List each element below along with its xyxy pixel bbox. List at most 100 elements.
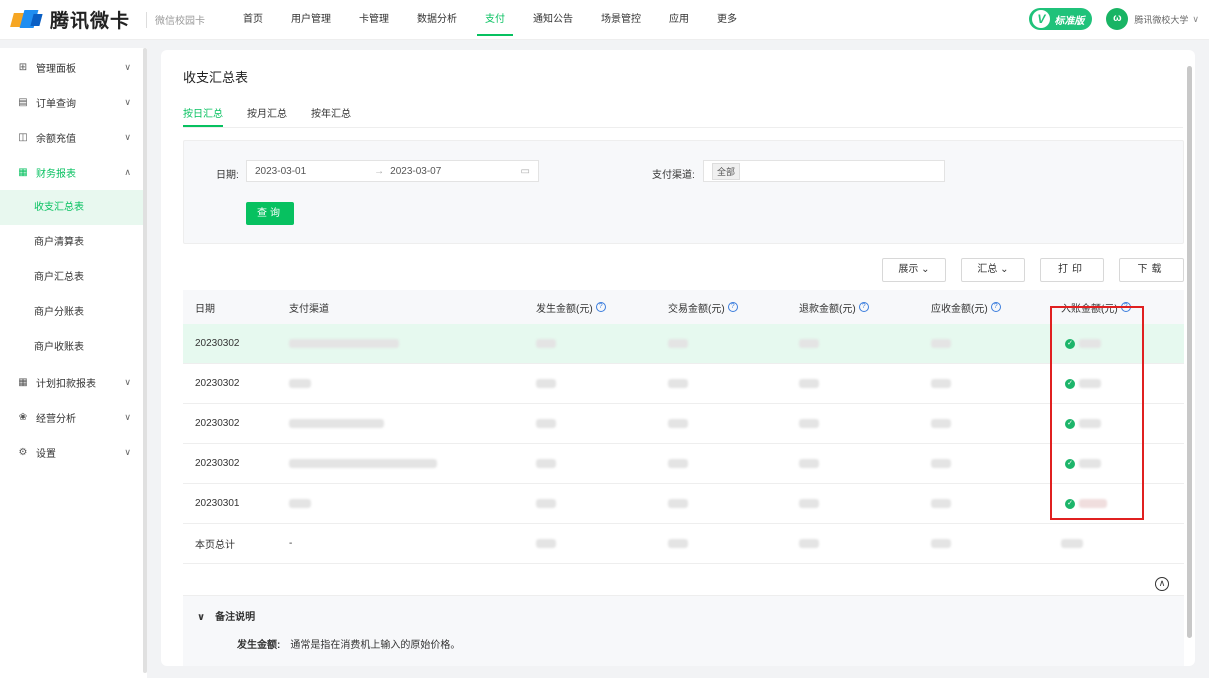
collapse-up-icon[interactable]: ∧ bbox=[1155, 577, 1169, 591]
date-range-picker[interactable]: 2023-03-01 → 2023-03-07 ▭ bbox=[246, 160, 539, 182]
row-date: 20230302 bbox=[195, 378, 240, 389]
chevron-down-icon[interactable]: ∨ bbox=[1192, 14, 1199, 25]
date-end[interactable]: 2023-03-07 bbox=[390, 166, 441, 177]
notes-entry: 发生金额: 通常是指在消费机上输入的原始价格。 bbox=[237, 636, 460, 651]
redacted-value bbox=[1061, 524, 1083, 563]
redacted-value bbox=[668, 324, 688, 363]
col-channel: 支付渠道 bbox=[289, 303, 329, 315]
channel-label: 支付渠道: bbox=[652, 170, 695, 181]
query-button[interactable]: 查询 bbox=[246, 202, 294, 225]
sidebar-item-financial-reports[interactable]: ▦ 财务报表 ∧ bbox=[0, 155, 143, 190]
tab-daily[interactable]: 按日汇总 bbox=[183, 105, 223, 127]
sidebar-subitem-merchant-summary[interactable]: 商户汇总表 bbox=[0, 260, 147, 295]
row-date: 20230301 bbox=[195, 498, 240, 509]
header-right: V 标准版 ω 腾讯微校大学 ∨ bbox=[1029, 8, 1199, 30]
channel-tag[interactable]: 全部 bbox=[712, 162, 741, 180]
table-total-row: 本页总计 - bbox=[183, 524, 1184, 564]
nav-apps[interactable]: 应用 bbox=[655, 0, 703, 40]
redacted-value bbox=[799, 484, 819, 523]
sidebar-item-settings[interactable]: ⚙ 设置 ∨ bbox=[0, 435, 143, 470]
main-scrollbar[interactable] bbox=[1187, 66, 1192, 638]
summary-dropdown-button[interactable]: 汇总 ⌄ bbox=[961, 258, 1025, 282]
grid-icon: ⊞ bbox=[18, 62, 28, 73]
col-label: 交易金额(元) bbox=[668, 303, 725, 315]
sidebar-item-scheduled-deduction[interactable]: ▦ 计划扣款报表 ∨ bbox=[0, 365, 143, 400]
display-dropdown-button[interactable]: 展示 ⌄ bbox=[882, 258, 946, 282]
redacted-channel bbox=[289, 364, 311, 403]
page-title: 收支汇总表 bbox=[183, 70, 249, 85]
notes-term: 发生金额: bbox=[237, 640, 281, 651]
sidebar-scrollbar[interactable] bbox=[143, 48, 147, 673]
main-panel: 收支汇总表 按日汇总 按月汇总 按年汇总 日期: 2023-03-01 → 20… bbox=[161, 50, 1195, 666]
redacted-value bbox=[799, 524, 819, 563]
notes-toggle[interactable]: ∨ 备注说明 bbox=[197, 608, 255, 623]
col-date: 日期 bbox=[195, 303, 215, 315]
channel-select[interactable]: 全部 bbox=[703, 160, 945, 182]
table-row[interactable]: 20230302 ✓ bbox=[183, 444, 1184, 484]
campus-card-label[interactable]: 微信校园卡 bbox=[155, 12, 205, 27]
sidebar-item-business-analysis[interactable]: ❀ 经营分析 ∨ bbox=[0, 400, 143, 435]
col-amount-incurred: 发生金额(元)? bbox=[536, 290, 606, 324]
sidebar-subitem-merchant-clearing[interactable]: 商户清算表 bbox=[0, 225, 147, 260]
table-row[interactable]: 20230302 ✓ bbox=[183, 324, 1184, 364]
redacted-value bbox=[931, 324, 951, 363]
nav-announcements[interactable]: 通知公告 bbox=[519, 0, 587, 40]
nav-payment[interactable]: 支付 bbox=[471, 0, 519, 40]
redacted-value bbox=[799, 364, 819, 403]
date-start[interactable]: 2023-03-01 bbox=[255, 166, 306, 177]
sidebar-subitem-income-summary[interactable]: 收支汇总表 bbox=[0, 190, 147, 225]
tab-divider bbox=[183, 127, 1183, 128]
print-button[interactable]: 打印 bbox=[1040, 258, 1104, 282]
redacted-channel bbox=[289, 324, 399, 363]
redacted-value bbox=[536, 524, 556, 563]
redacted-value bbox=[536, 484, 556, 523]
table-row[interactable]: 20230301 ✓ bbox=[183, 484, 1184, 524]
redacted-value bbox=[536, 324, 556, 363]
sidebar-item-label: 管理面板 bbox=[36, 64, 76, 75]
sidebar-subitem-merchant-split[interactable]: 商户分账表 bbox=[0, 295, 147, 330]
notes-text: 通常是指在消费机上输入的原始价格。 bbox=[290, 640, 461, 651]
chevron-down-icon: ∨ bbox=[124, 97, 131, 107]
col-label: 发生金额(元) bbox=[536, 303, 593, 315]
v-badge-icon: V bbox=[1032, 10, 1051, 28]
table-row[interactable]: 20230302 ✓ bbox=[183, 404, 1184, 444]
nav-scene-control[interactable]: 场景管控 bbox=[587, 0, 655, 40]
col-amount-refund: 退款金额(元)? bbox=[799, 290, 869, 324]
sidebar-subitem-merchant-receipts[interactable]: 商户收账表 bbox=[0, 330, 147, 365]
chevron-up-icon: ∧ bbox=[124, 167, 131, 177]
nav-user-management[interactable]: 用户管理 bbox=[277, 0, 345, 40]
download-button[interactable]: 下载 bbox=[1119, 258, 1184, 282]
help-icon[interactable]: ? bbox=[595, 302, 606, 312]
logo-icon bbox=[10, 8, 44, 32]
redacted-value bbox=[931, 524, 951, 563]
calendar-icon: ▭ bbox=[520, 165, 530, 177]
tab-monthly[interactable]: 按月汇总 bbox=[247, 105, 287, 126]
notes-panel: ∨ 备注说明 发生金额: 通常是指在消费机上输入的原始价格。 bbox=[183, 595, 1184, 666]
table-icon: ▦ bbox=[18, 167, 28, 178]
user-name[interactable]: 腾讯微校大学 bbox=[1134, 13, 1188, 26]
redacted-value bbox=[536, 364, 556, 403]
sidebar-item-orders[interactable]: ▤ 订单查询 ∨ bbox=[0, 85, 143, 120]
redacted-value bbox=[931, 484, 951, 523]
wallet-icon: ◫ bbox=[18, 132, 28, 143]
nav-home[interactable]: 首页 bbox=[229, 0, 277, 40]
nav-more[interactable]: 更多 bbox=[703, 0, 751, 40]
help-icon[interactable]: ? bbox=[727, 302, 738, 312]
sidebar-item-dashboard[interactable]: ⊞ 管理面板 ∨ bbox=[0, 50, 143, 85]
nav-card-management[interactable]: 卡管理 bbox=[345, 0, 403, 40]
sidebar-item-recharge[interactable]: ◫ 余额充值 ∨ bbox=[0, 120, 143, 155]
help-icon[interactable]: ? bbox=[858, 302, 869, 312]
help-icon[interactable]: ? bbox=[990, 302, 1001, 312]
brand-logo[interactable]: 腾讯微卡 bbox=[10, 6, 140, 33]
nav-data-analysis[interactable]: 数据分析 bbox=[403, 0, 471, 40]
summary-tabs: 按日汇总 按月汇总 按年汇总 bbox=[183, 105, 375, 127]
chevron-down-icon: ∨ bbox=[197, 612, 206, 623]
redacted-value bbox=[931, 404, 951, 443]
top-navigation-bar: 腾讯微卡 微信校园卡 首页 用户管理 卡管理 数据分析 支付 通知公告 场景管控… bbox=[0, 0, 1209, 40]
avatar[interactable]: ω bbox=[1106, 8, 1129, 30]
edition-badge[interactable]: V 标准版 bbox=[1029, 8, 1093, 30]
tab-yearly[interactable]: 按年汇总 bbox=[311, 105, 351, 126]
date-label: 日期: bbox=[216, 170, 239, 181]
table-row[interactable]: 20230302 ✓ bbox=[183, 364, 1184, 404]
filter-panel: 日期: 2023-03-01 → 2023-03-07 ▭ 支付渠道: 全部 查… bbox=[183, 140, 1184, 244]
